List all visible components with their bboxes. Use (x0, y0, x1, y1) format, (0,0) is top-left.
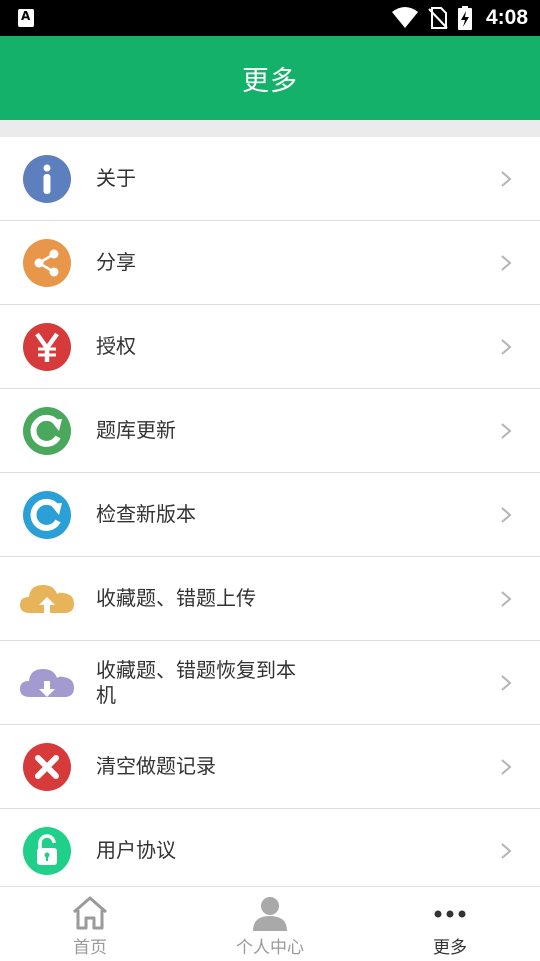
chevron-right-icon (501, 255, 512, 271)
menu-item-upload-favorites[interactable]: 收藏题、错题上传 (0, 557, 540, 641)
tab-profile[interactable]: 个人中心 (180, 887, 360, 961)
menu-item-clear-records[interactable]: 清空做题记录 (0, 725, 540, 809)
menu-item-check-version[interactable]: 检查新版本 (0, 473, 540, 557)
chevron-right-icon (501, 843, 512, 859)
menu-label: 检查新版本 (96, 502, 196, 526)
battery-charging-icon (457, 6, 472, 30)
menu-item-about[interactable]: 关于 (0, 137, 540, 221)
tab-more[interactable]: 更多 (360, 887, 540, 961)
status-bar: 4:08 (0, 0, 540, 36)
menu-label: 收藏题、错题恢复到本机 (96, 657, 296, 707)
unlock-icon (23, 827, 71, 875)
menu-label: 用户协议 (96, 838, 176, 862)
status-time: 4:08 (485, 6, 528, 29)
chevron-right-icon (501, 339, 512, 355)
tab-label: 个人中心 (236, 938, 304, 958)
info-icon (23, 155, 71, 203)
settings-menu: 关于 分享 授权 题库更新 检查新版本 收藏题、错题上传 收藏题、错题恢复到本机… (0, 137, 540, 892)
tab-home[interactable]: 首页 (0, 887, 180, 961)
chevron-right-icon (501, 171, 512, 187)
chevron-right-icon (501, 759, 512, 775)
section-gap (0, 120, 540, 137)
refresh-blue-icon (23, 491, 71, 539)
cloud-upload-icon (20, 585, 74, 613)
page-title: 更多 (242, 65, 298, 97)
tab-label: 首页 (73, 938, 107, 958)
chevron-right-icon (501, 591, 512, 607)
home-icon (73, 896, 107, 930)
menu-item-user-agreement[interactable]: 用户协议 (0, 809, 540, 892)
menu-label: 收藏题、错题上传 (96, 586, 256, 610)
user-icon (253, 897, 287, 931)
app-notification-icon (18, 9, 34, 27)
menu-item-share[interactable]: 分享 (0, 221, 540, 305)
menu-label: 题库更新 (96, 418, 176, 442)
chevron-right-icon (501, 507, 512, 523)
status-indicators: 4:08 (391, 5, 528, 31)
yen-icon (23, 323, 71, 371)
menu-label: 清空做题记录 (96, 754, 216, 778)
bottom-tab-bar: 首页 个人中心 更多 (0, 886, 540, 961)
share-icon (23, 239, 71, 287)
more-dots-icon (434, 910, 466, 918)
refresh-green-icon (23, 407, 71, 455)
chevron-right-icon (501, 423, 512, 439)
app-header: 更多 (0, 36, 540, 120)
menu-item-authorize[interactable]: 授权 (0, 305, 540, 389)
menu-item-restore-favorites[interactable]: 收藏题、错题恢复到本机 (0, 641, 540, 725)
wifi-icon (391, 7, 418, 28)
menu-label: 授权 (96, 334, 136, 358)
tab-label: 更多 (433, 938, 467, 958)
menu-label: 关于 (96, 166, 136, 190)
cloud-download-icon (20, 669, 74, 697)
menu-label: 分享 (96, 250, 136, 274)
no-sim-icon (428, 7, 448, 29)
chevron-right-icon (501, 675, 512, 691)
clear-icon (23, 743, 71, 791)
menu-item-question-bank-update[interactable]: 题库更新 (0, 389, 540, 473)
